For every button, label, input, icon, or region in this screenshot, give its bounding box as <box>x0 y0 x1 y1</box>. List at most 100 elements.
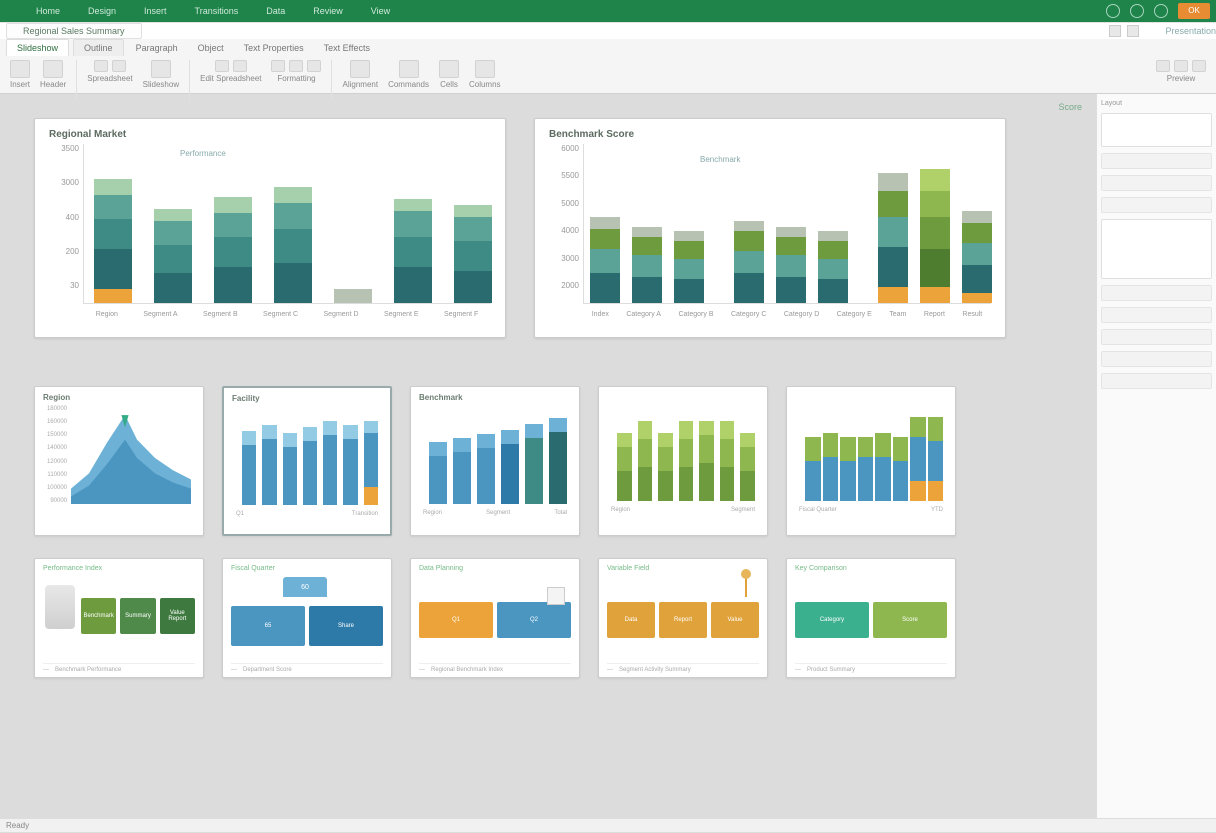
sidepanel-item-1[interactable] <box>1101 153 1212 169</box>
thumb-benchmark[interactable]: Benchmark RegionSegmentTotal <box>410 386 580 536</box>
ribbon-group-insert[interactable]: Insert <box>6 60 34 89</box>
sidepanel-gallery[interactable] <box>1101 219 1212 279</box>
sidepanel-item-6[interactable] <box>1101 329 1212 345</box>
sidepanel-preview[interactable] <box>1101 113 1212 147</box>
chart-legend: Performance <box>174 148 232 159</box>
slide-5[interactable]: Key Comparison Category Score Product Su… <box>786 558 956 678</box>
chart-regional-market[interactable]: Regional Market 35003000 400200 30 Perfo… <box>34 118 506 338</box>
share-icon[interactable] <box>1154 4 1168 18</box>
slide-3[interactable]: Data Planning Q1 Q2 Regional Benchmark I… <box>410 558 580 678</box>
slide-title: Key Comparison <box>795 565 947 572</box>
ok-button[interactable]: OK <box>1178 3 1210 19</box>
sidepanel-header: Layout <box>1101 100 1212 107</box>
ribbon-group-cols[interactable]: Columns <box>465 60 505 89</box>
thumb-mixed[interactable]: Fiscal QuarterYTD <box>786 386 956 536</box>
sidepanel-item-4[interactable] <box>1101 285 1212 301</box>
min-icon[interactable] <box>1109 25 1121 37</box>
slide-title: Performance Index <box>43 565 195 572</box>
ribbon-group-cmd[interactable]: Commands <box>384 60 433 89</box>
y-axis: 60005500 50004000 30002000 <box>549 144 583 304</box>
max-icon[interactable] <box>1127 25 1139 37</box>
slides-row: Performance Index Benchmark Summary Valu… <box>34 558 1062 678</box>
slide-1[interactable]: Performance Index Benchmark Summary Valu… <box>34 558 204 678</box>
menu-home[interactable]: Home <box>36 6 60 16</box>
chart-benchmark-score[interactable]: Benchmark Score Score 60005500 50004000 … <box>534 118 1006 338</box>
slide-block: Category <box>795 602 869 638</box>
sidepanel-item-5[interactable] <box>1101 307 1212 323</box>
cylinder-icon <box>45 585 75 629</box>
titlebar-menu: Home Design Insert Transitions Data Revi… <box>0 6 390 16</box>
slide-title: Data Planning <box>419 565 571 572</box>
slide-block: Data <box>607 602 655 638</box>
chart-title: Benchmark Score <box>549 129 991 140</box>
y-axis: 35003000 400200 30 <box>49 144 83 304</box>
slide-block: Report <box>659 602 707 638</box>
ribbon-group-preview[interactable]: Preview <box>1152 60 1210 83</box>
slide-block: Score <box>873 602 947 638</box>
slide-block: 65 <box>231 606 305 646</box>
slide-footer: Segment Activity Summary <box>619 667 691 673</box>
slide-title: Fiscal Quarter <box>231 565 383 572</box>
ribbon-group-edit[interactable]: Edit Spreadsheet <box>196 60 265 83</box>
ribbon-tab-4[interactable]: Object <box>190 40 232 56</box>
ribbon-group-spread[interactable]: Spreadsheet <box>83 60 136 83</box>
menu-review[interactable]: Review <box>313 6 343 16</box>
slide-block: Value Report <box>160 598 195 634</box>
ribbon-group-align[interactable]: Alignment <box>338 60 382 89</box>
chart-title: Regional Market <box>49 129 491 140</box>
side-panel: Layout <box>1096 94 1216 818</box>
ribbon-tab-6[interactable]: Text Effects <box>316 40 378 56</box>
ribbon-group-format[interactable]: Formatting <box>267 60 325 83</box>
slide-4[interactable]: Variable Field Data Report Value Segment… <box>598 558 768 678</box>
sidepanel-item-3[interactable] <box>1101 197 1212 213</box>
ribbon-group-cells[interactable]: Cells <box>435 60 463 89</box>
thumb-region[interactable]: Region 180000160000150000140000 12000011… <box>34 386 204 536</box>
slide-block: Q2 <box>497 602 571 638</box>
menu-trans[interactable]: Transitions <box>195 6 239 16</box>
help-icon[interactable] <box>1106 4 1120 18</box>
plot-area: Benchmark <box>583 144 991 304</box>
sidepanel-item-7[interactable] <box>1101 351 1212 367</box>
ribbon-tab-3[interactable]: Paragraph <box>128 40 186 56</box>
slide-block: Benchmark <box>81 598 116 634</box>
status-text: Ready <box>6 821 29 830</box>
slide-title: Variable Field <box>607 565 759 572</box>
menu-view[interactable]: View <box>371 6 390 16</box>
x-axis: RegionSegment A Segment BSegment C Segme… <box>83 311 491 318</box>
window-controls <box>1109 25 1151 37</box>
ribbon-tab-2[interactable]: Outline <box>73 39 124 56</box>
thumb-title: Facility <box>232 394 382 403</box>
slide-block: Q1 <box>419 602 493 638</box>
ribbon-group-slide[interactable]: Slideshow <box>139 60 183 89</box>
thumb-title: Benchmark <box>419 393 571 402</box>
context-tab[interactable]: Presentation <box>1165 26 1216 36</box>
thumb-row: Region 180000160000150000140000 12000011… <box>34 386 1062 536</box>
menu-data[interactable]: Data <box>266 6 285 16</box>
slide-block: Summary <box>120 598 155 634</box>
menu-insert[interactable]: Insert <box>144 6 167 16</box>
ribbon-tabs: Slideshow Outline Paragraph Object Text … <box>0 39 1216 56</box>
menu-design[interactable]: Design <box>88 6 116 16</box>
status-bar: Ready <box>0 818 1216 832</box>
slide-footer: Regional Benchmark Index <box>431 667 503 673</box>
ribbon-tab-1[interactable]: Slideshow <box>6 39 69 56</box>
chart-corner-label: Score <box>1058 102 1082 112</box>
ribbon: Regional Sales Summary Presentation Slid… <box>0 22 1216 94</box>
thumb-green[interactable]: RegionSegment <box>598 386 768 536</box>
sidepanel-item-8[interactable] <box>1101 373 1212 389</box>
area-chart-icon <box>71 412 191 504</box>
slide-2[interactable]: Fiscal Quarter 60 65 Share Department Sc… <box>222 558 392 678</box>
ribbon-group-header[interactable]: Header <box>36 60 70 89</box>
sidepanel-item-2[interactable] <box>1101 175 1212 191</box>
slide-footer: Benchmark Performance <box>55 667 121 673</box>
document-tab[interactable]: Regional Sales Summary <box>6 23 142 39</box>
x-axis: IndexCategory A Category BCategory C Cat… <box>583 311 991 318</box>
slide-block: Share <box>309 606 383 646</box>
device-icon <box>547 587 565 605</box>
ribbon-tab-5[interactable]: Text Properties <box>236 40 312 56</box>
workspace: Regional Market 35003000 400200 30 Perfo… <box>0 94 1096 818</box>
slide-footer: Department Score <box>243 667 292 673</box>
thumb-title: Region <box>43 393 195 402</box>
thumb-facility[interactable]: Facility Q1Transition <box>222 386 392 536</box>
account-icon[interactable] <box>1130 4 1144 18</box>
